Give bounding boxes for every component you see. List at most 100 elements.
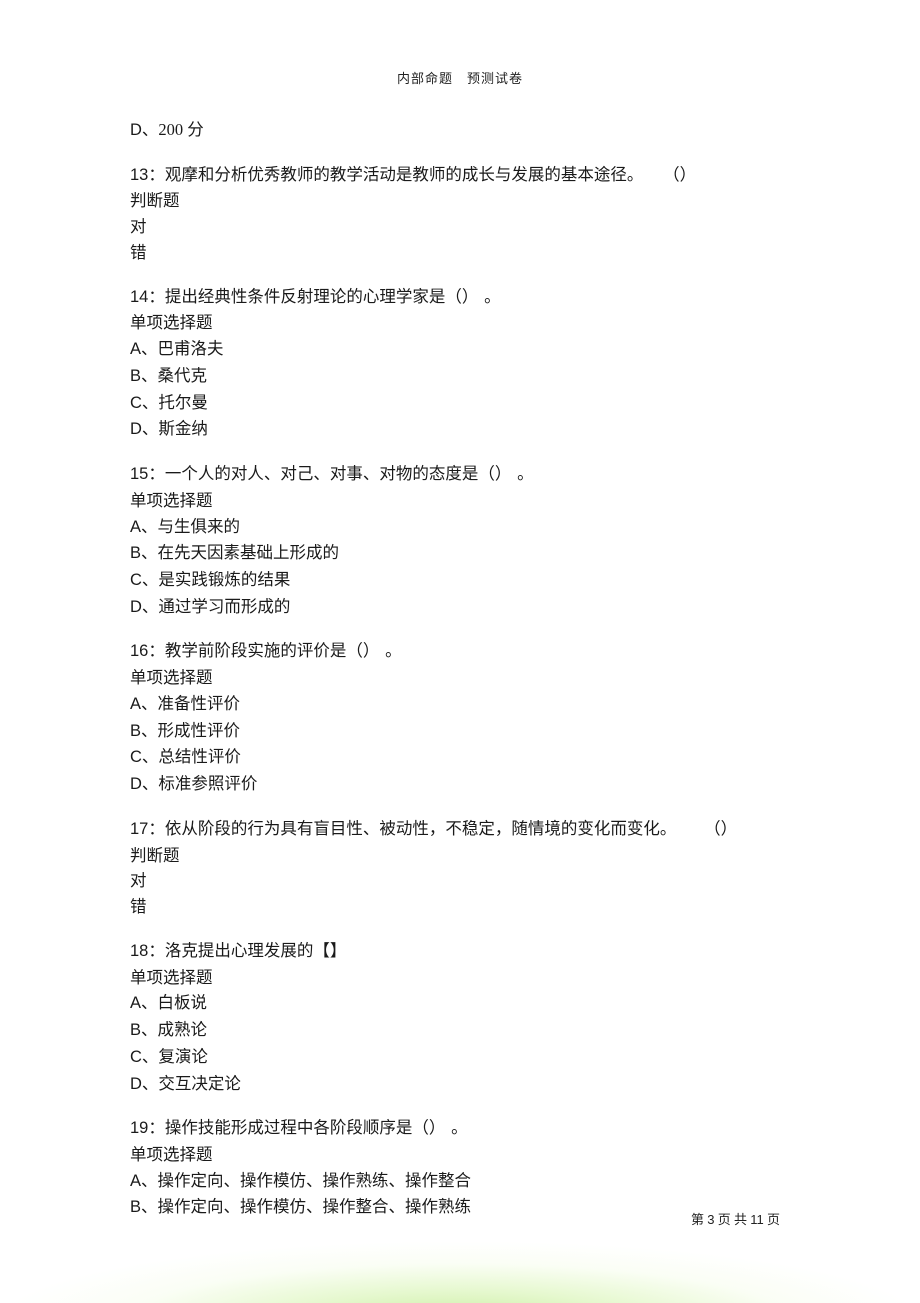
option-text: 操作定向、操作模仿、操作整合、操作熟练	[158, 1197, 472, 1216]
question-stem: 17：依从阶段的行为具有盲目性、被动性，不稳定，随情境的变化而变化。 （）	[130, 816, 800, 843]
question: 18：洛克提出心理发展的【】单项选择题A、白板说B、成熟论C、复演论D、交互决定…	[130, 938, 800, 1097]
option-label: C、	[130, 745, 158, 771]
option-text: 斯金纳	[158, 419, 208, 438]
question-text: 依从阶段的行为具有盲目性、被动性，不稳定，随情境的变化而变化。	[165, 819, 677, 838]
option: B、形成性评价	[130, 718, 800, 745]
question-stem: 15：一个人的对人、对己、对事、对物的态度是（） 。	[130, 461, 800, 488]
option-text: 错	[130, 243, 147, 262]
option-text: 托尔曼	[158, 393, 208, 412]
question-text: 一个人的对人、对己、对事、对物的态度是（）	[165, 464, 503, 483]
stem-trailing: 。	[484, 287, 501, 306]
question-number: 14：	[130, 288, 165, 306]
option-text: 与生俱来的	[158, 517, 241, 536]
question: 19：操作技能形成过程中各阶段顺序是（）。单项选择题A、操作定向、操作模仿、操作…	[130, 1115, 800, 1221]
option-text: 巴甫洛夫	[158, 339, 224, 358]
stem-trailing: 。	[385, 641, 402, 660]
option: C、托尔曼	[130, 390, 800, 417]
question-stem: 16：教学前阶段实施的评价是（） 。	[130, 638, 800, 665]
page-footer: 第 3 页 共 11 页	[691, 1209, 780, 1228]
option-label: C、	[130, 1045, 158, 1071]
question-number: 18：	[130, 942, 165, 960]
option: A、与生俱来的	[130, 514, 800, 541]
question: 13：观摩和分析优秀教师的教学活动是教师的成长与发展的基本途径。（）判断题对错	[130, 162, 800, 266]
option-label: B、	[130, 1018, 158, 1044]
stem-trailing: 。	[517, 464, 534, 483]
option: A、准备性评价	[130, 691, 800, 718]
option: 错	[130, 240, 800, 266]
footer-prefix: 第	[691, 1212, 707, 1227]
option: D、斯金纳	[130, 416, 800, 443]
option-label: B、	[130, 719, 158, 745]
header-right: 预测试卷	[467, 71, 523, 86]
option: 错	[130, 894, 800, 920]
option-text: 标准参照评价	[158, 774, 257, 793]
option: D、通过学习而形成的	[130, 594, 800, 621]
option-text: 操作定向、操作模仿、操作熟练、操作整合	[158, 1171, 472, 1190]
option-text: 错	[130, 897, 147, 916]
option-text: 总结性评价	[158, 747, 241, 766]
option: B、成熟论	[130, 1017, 800, 1044]
question-type: 单项选择题	[130, 965, 800, 991]
option-label: D、	[130, 595, 158, 621]
question-stem: 18：洛克提出心理发展的【】	[130, 938, 800, 965]
option-label: A、	[130, 692, 158, 718]
option-text: 成熟论	[158, 1020, 208, 1039]
option-text: 桑代克	[158, 366, 208, 385]
header-left: 内部命题	[397, 71, 453, 86]
option: C、总结性评价	[130, 744, 800, 771]
question-remnant: D、200 分	[130, 117, 800, 144]
stem-trailing: 。	[451, 1118, 468, 1137]
option-label: A、	[130, 337, 158, 363]
option-label: D、	[130, 1072, 158, 1098]
answer-blank: （）	[671, 165, 696, 184]
question-stem: 13：观摩和分析优秀教师的教学活动是教师的成长与发展的基本途径。（）	[130, 162, 800, 189]
option-text: 白板说	[158, 993, 208, 1012]
question-type: 单项选择题	[130, 1142, 800, 1168]
option-label: B、	[130, 1195, 158, 1221]
option-text: 交互决定论	[158, 1074, 241, 1093]
answer-blank: （）	[712, 819, 737, 838]
option: C、复演论	[130, 1044, 800, 1071]
option-text: 形成性评价	[158, 721, 241, 740]
question-number: 16：	[130, 642, 165, 660]
question-text: 操作技能形成过程中各阶段顺序是（）	[165, 1118, 437, 1137]
question-type: 判断题	[130, 843, 800, 869]
option: A、操作定向、操作模仿、操作熟练、操作整合	[130, 1168, 800, 1195]
option: D、200 分	[130, 117, 800, 144]
option: B、在先天因素基础上形成的	[130, 540, 800, 567]
question-type: 判断题	[130, 188, 800, 214]
option: B、桑代克	[130, 363, 800, 390]
option-label: D、	[130, 417, 158, 443]
exam-content: D、200 分 13：观摩和分析优秀教师的教学活动是教师的成长与发展的基本途径。…	[130, 117, 800, 1239]
question-number: 17：	[130, 820, 165, 838]
option: D、交互决定论	[130, 1071, 800, 1098]
question-number: 15：	[130, 465, 165, 483]
question-stem: 19：操作技能形成过程中各阶段顺序是（）。	[130, 1115, 800, 1142]
option-text: 准备性评价	[158, 694, 241, 713]
option-text: 200 分	[158, 120, 203, 139]
question: 16：教学前阶段实施的评价是（）。单项选择题A、准备性评价B、形成性评价C、总结…	[130, 638, 800, 797]
option-label: A、	[130, 515, 158, 541]
option-text: 复演论	[158, 1047, 208, 1066]
footer-page-total: 11	[750, 1212, 764, 1227]
question-text: 教学前阶段实施的评价是（）	[165, 641, 371, 660]
question-stem: 14：提出经典性条件反射理论的心理学家是（）。	[130, 284, 800, 311]
option-label: C、	[130, 391, 158, 417]
option: A、巴甫洛夫	[130, 336, 800, 363]
page-header: 内部命题预测试卷	[0, 68, 920, 87]
question: 17：依从阶段的行为具有盲目性、被动性，不稳定，随情境的变化而变化。 （） 判断题对…	[130, 816, 800, 920]
option-label: A、	[130, 1169, 158, 1195]
bottom-glow-decoration	[0, 1241, 920, 1303]
question-text: 观摩和分析优秀教师的教学活动是教师的成长与发展的基本途径。	[165, 165, 644, 184]
question: 14：提出经典性条件反射理论的心理学家是（）。单项选择题A、巴甫洛夫B、桑代克C…	[130, 284, 800, 443]
option-label: B、	[130, 364, 158, 390]
option-text: 对	[130, 871, 147, 890]
option-label: B、	[130, 541, 158, 567]
question-type: 单项选择题	[130, 665, 800, 691]
question-text: 洛克提出心理发展的【】	[165, 941, 347, 960]
option-label: D、	[130, 772, 158, 798]
option: 对	[130, 214, 800, 240]
document-page: 内部命题预测试卷 D、200 分 13：观摩和分析优秀教师的教学活动是教师的成长…	[0, 0, 920, 1303]
option-label: D、	[130, 118, 158, 144]
footer-suffix: 页	[764, 1212, 780, 1227]
